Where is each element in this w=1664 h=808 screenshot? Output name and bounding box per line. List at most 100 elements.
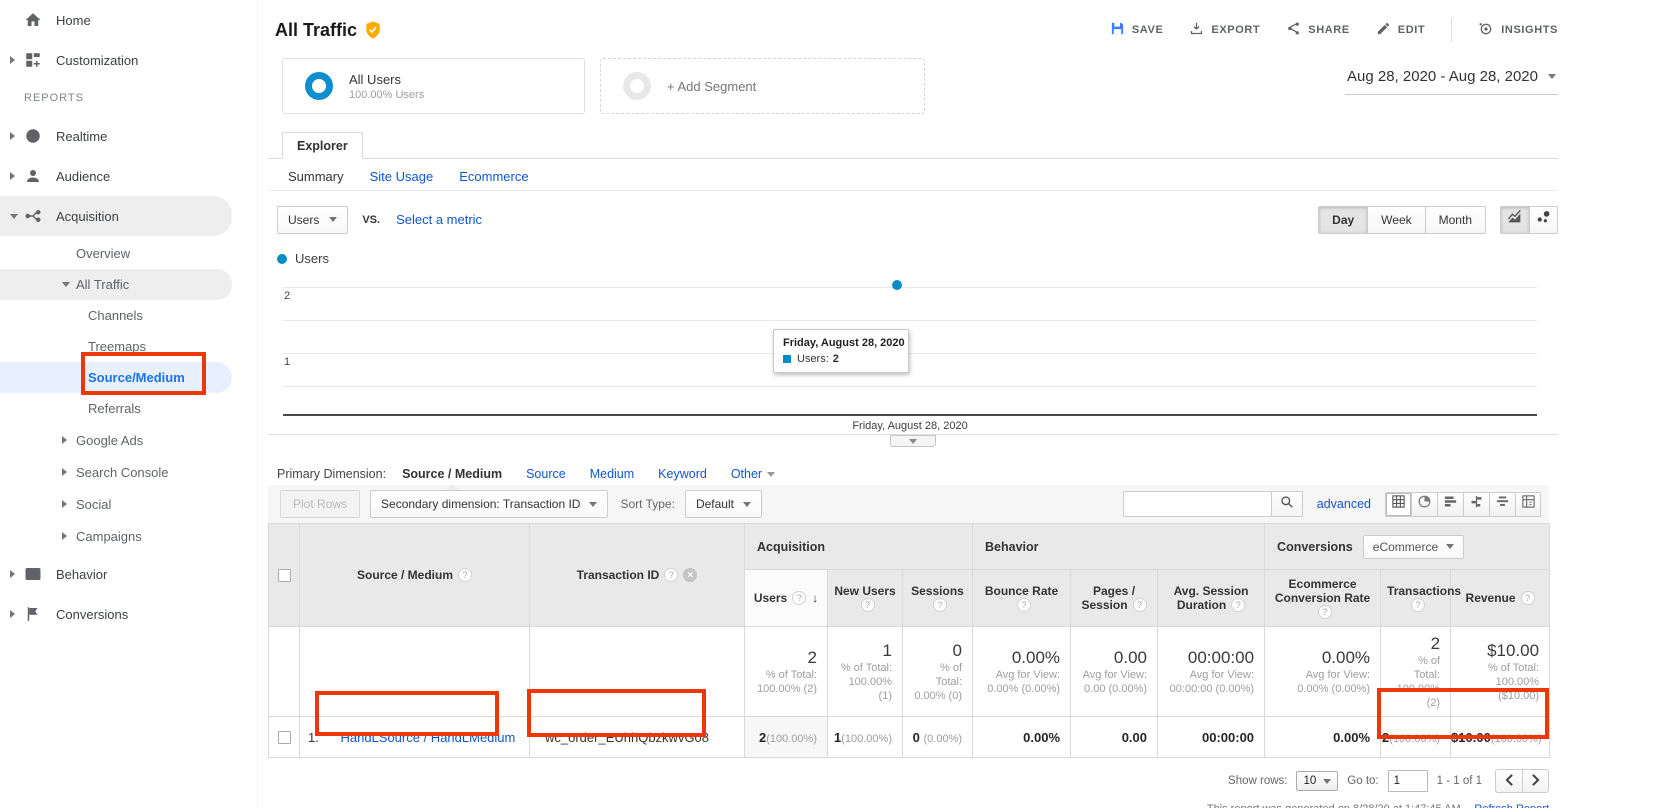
granularity-week-button[interactable]: Week — [1367, 206, 1424, 234]
line-chart-toggle-button[interactable] — [1500, 206, 1529, 234]
sidebar-item-overview[interactable]: Overview — [0, 238, 257, 269]
help-icon[interactable]: ? — [1133, 598, 1147, 612]
help-icon[interactable]: ? — [1318, 605, 1332, 619]
totals-revenue: $10.00 % of Total: 100.00% ($10.00) — [1451, 627, 1550, 717]
sidebar-item-source-medium[interactable]: Source/Medium — [0, 362, 232, 393]
save-button[interactable]: SAVE — [1110, 21, 1164, 39]
performance-view-button[interactable] — [1437, 492, 1463, 517]
select-all-checkbox[interactable] — [278, 569, 291, 582]
sidebar-item-treemaps[interactable]: Treemaps — [0, 331, 257, 362]
primary-dimension-active[interactable]: Source / Medium — [402, 467, 502, 481]
subtab-site-usage[interactable]: Site Usage — [370, 169, 434, 190]
source-medium-link[interactable]: HandLSource / HandLMedium — [340, 730, 515, 745]
column-header-transaction-id[interactable]: Transaction ID?× — [530, 524, 745, 627]
remove-secondary-dimension-icon[interactable]: × — [683, 568, 697, 582]
row-index: 1. — [308, 730, 319, 745]
goto-page-input[interactable] — [1388, 770, 1428, 792]
comparison-view-button[interactable] — [1463, 492, 1489, 517]
sidebar-item-search-console[interactable]: Search Console — [0, 456, 257, 488]
sidebar-item-google-ads[interactable]: Google Ads — [0, 424, 257, 456]
help-icon[interactable]: ? — [1411, 598, 1425, 612]
granularity-day-button[interactable]: Day — [1318, 206, 1367, 234]
vs-label: vs. — [362, 214, 380, 226]
share-button[interactable]: SHARE — [1286, 21, 1350, 39]
help-icon[interactable]: ? — [933, 598, 947, 612]
previous-page-button[interactable] — [1495, 769, 1522, 793]
sidebar-item-audience[interactable]: Audience — [0, 156, 257, 196]
next-page-button[interactable] — [1522, 769, 1549, 793]
sidebar-item-home[interactable]: Home — [0, 0, 257, 40]
page-header: All Traffic SAVE EXPORT SHARE — [268, 0, 1558, 48]
conversions-type-dropdown[interactable]: eCommerce — [1363, 535, 1464, 559]
primary-dimension-source[interactable]: Source — [526, 467, 566, 481]
add-segment-button[interactable]: + Add Segment — [600, 58, 925, 114]
sort-type-label: Sort Type: — [620, 497, 674, 511]
column-header-sessions[interactable]: Sessions? — [903, 570, 973, 627]
help-icon[interactable]: ? — [1017, 598, 1031, 612]
edit-button[interactable]: EDIT — [1376, 21, 1425, 39]
refresh-report-link[interactable]: Refresh Report — [1474, 803, 1549, 808]
insights-button[interactable]: INSIGHTS — [1478, 21, 1558, 40]
sidebar-item-conversions[interactable]: Conversions — [0, 594, 257, 634]
help-icon[interactable]: ? — [792, 591, 806, 605]
sidebar-item-label: Campaigns — [76, 529, 142, 544]
column-header-users[interactable]: Users?↓ — [745, 570, 828, 627]
table-grid-icon — [1391, 494, 1406, 514]
metric-selector[interactable]: Users — [277, 206, 348, 234]
granularity-month-button[interactable]: Month — [1425, 206, 1486, 234]
help-icon[interactable]: ? — [861, 598, 875, 612]
sidebar-item-behavior[interactable]: Behavior — [0, 554, 257, 594]
primary-dimension-medium[interactable]: Medium — [590, 467, 634, 481]
timeline-collapse-button[interactable] — [890, 435, 936, 447]
date-range-picker[interactable]: Aug 28, 2020 - Aug 28, 2020 — [1345, 58, 1558, 114]
export-button[interactable]: EXPORT — [1189, 21, 1260, 39]
search-button[interactable] — [1271, 491, 1303, 517]
column-header-bounce-rate[interactable]: Bounce Rate? — [973, 570, 1071, 627]
motion-chart-toggle-button[interactable] — [1529, 206, 1558, 234]
help-icon[interactable]: ? — [664, 568, 678, 582]
column-header-pages-session[interactable]: Pages / Session? — [1071, 570, 1158, 627]
help-icon[interactable]: ? — [1521, 591, 1535, 605]
sidebar-item-referrals[interactable]: Referrals — [0, 393, 257, 424]
sort-type-dropdown[interactable]: Default — [685, 490, 762, 518]
column-header-transactions[interactable]: Transactions? — [1381, 570, 1451, 627]
verified-shield-icon — [365, 21, 381, 39]
tab-explorer[interactable]: Explorer — [282, 132, 363, 159]
show-rows-select[interactable]: 10 — [1296, 771, 1338, 791]
primary-dimension-bar: Primary Dimension: Source / Medium Sourc… — [268, 451, 1558, 485]
sidebar-item-acquisition[interactable]: Acquisition — [0, 196, 232, 236]
select-metric-link[interactable]: Select a metric — [396, 212, 482, 227]
sidebar-item-campaigns[interactable]: Campaigns — [0, 520, 257, 552]
sidebar-item-social[interactable]: Social — [0, 488, 257, 520]
subtab-ecommerce[interactable]: Ecommerce — [459, 169, 528, 190]
sidebar-item-all-traffic[interactable]: All Traffic — [0, 269, 232, 300]
table-row: 1. HandLSource / HandLMedium wc_order_EU… — [269, 717, 1550, 758]
advanced-search-link[interactable]: advanced — [1317, 497, 1371, 511]
primary-dimension-keyword[interactable]: Keyword — [658, 467, 707, 481]
term-cloud-view-button[interactable] — [1489, 492, 1515, 517]
sidebar-item-realtime[interactable]: Realtime — [0, 116, 257, 156]
column-header-revenue[interactable]: Revenue? — [1451, 570, 1550, 627]
help-icon[interactable]: ? — [1231, 598, 1245, 612]
subtab-summary[interactable]: Summary — [288, 169, 344, 190]
column-header-avg-session-duration[interactable]: Avg. Session Duration? — [1158, 570, 1265, 627]
totals-new-users: 1 % of Total: 100.00% (1) — [828, 627, 903, 717]
totals-sessions: 0 % of Total: 0.00% (0) — [903, 627, 973, 717]
column-header-new-users[interactable]: New Users? — [828, 570, 903, 627]
segment-all-users[interactable]: All Users 100.00% Users — [282, 58, 585, 114]
chart-data-point[interactable] — [892, 280, 902, 290]
pivot-view-button[interactable] — [1515, 492, 1541, 517]
header-actions: SAVE EXPORT SHARE EDIT INSIGHTS — [1110, 18, 1558, 42]
column-header-source-medium[interactable]: Source / Medium? — [300, 524, 530, 627]
help-icon[interactable]: ? — [458, 568, 472, 582]
sidebar-item-channels[interactable]: Channels — [0, 300, 257, 331]
primary-dimension-other[interactable]: Other — [731, 467, 775, 481]
row-checkbox[interactable] — [278, 731, 291, 744]
table-view-button[interactable] — [1385, 492, 1411, 517]
sidebar-item-customization[interactable]: Customization — [0, 40, 257, 80]
column-header-ecommerce-conversion-rate[interactable]: Ecommerce Conversion Rate? — [1265, 570, 1381, 627]
secondary-dimension-dropdown[interactable]: Secondary dimension: Transaction ID — [370, 490, 608, 518]
sidebar: Home Customization REPORTS Realtime Audi… — [0, 0, 258, 808]
table-search-input[interactable] — [1123, 491, 1271, 517]
percentage-view-button[interactable] — [1411, 492, 1437, 517]
